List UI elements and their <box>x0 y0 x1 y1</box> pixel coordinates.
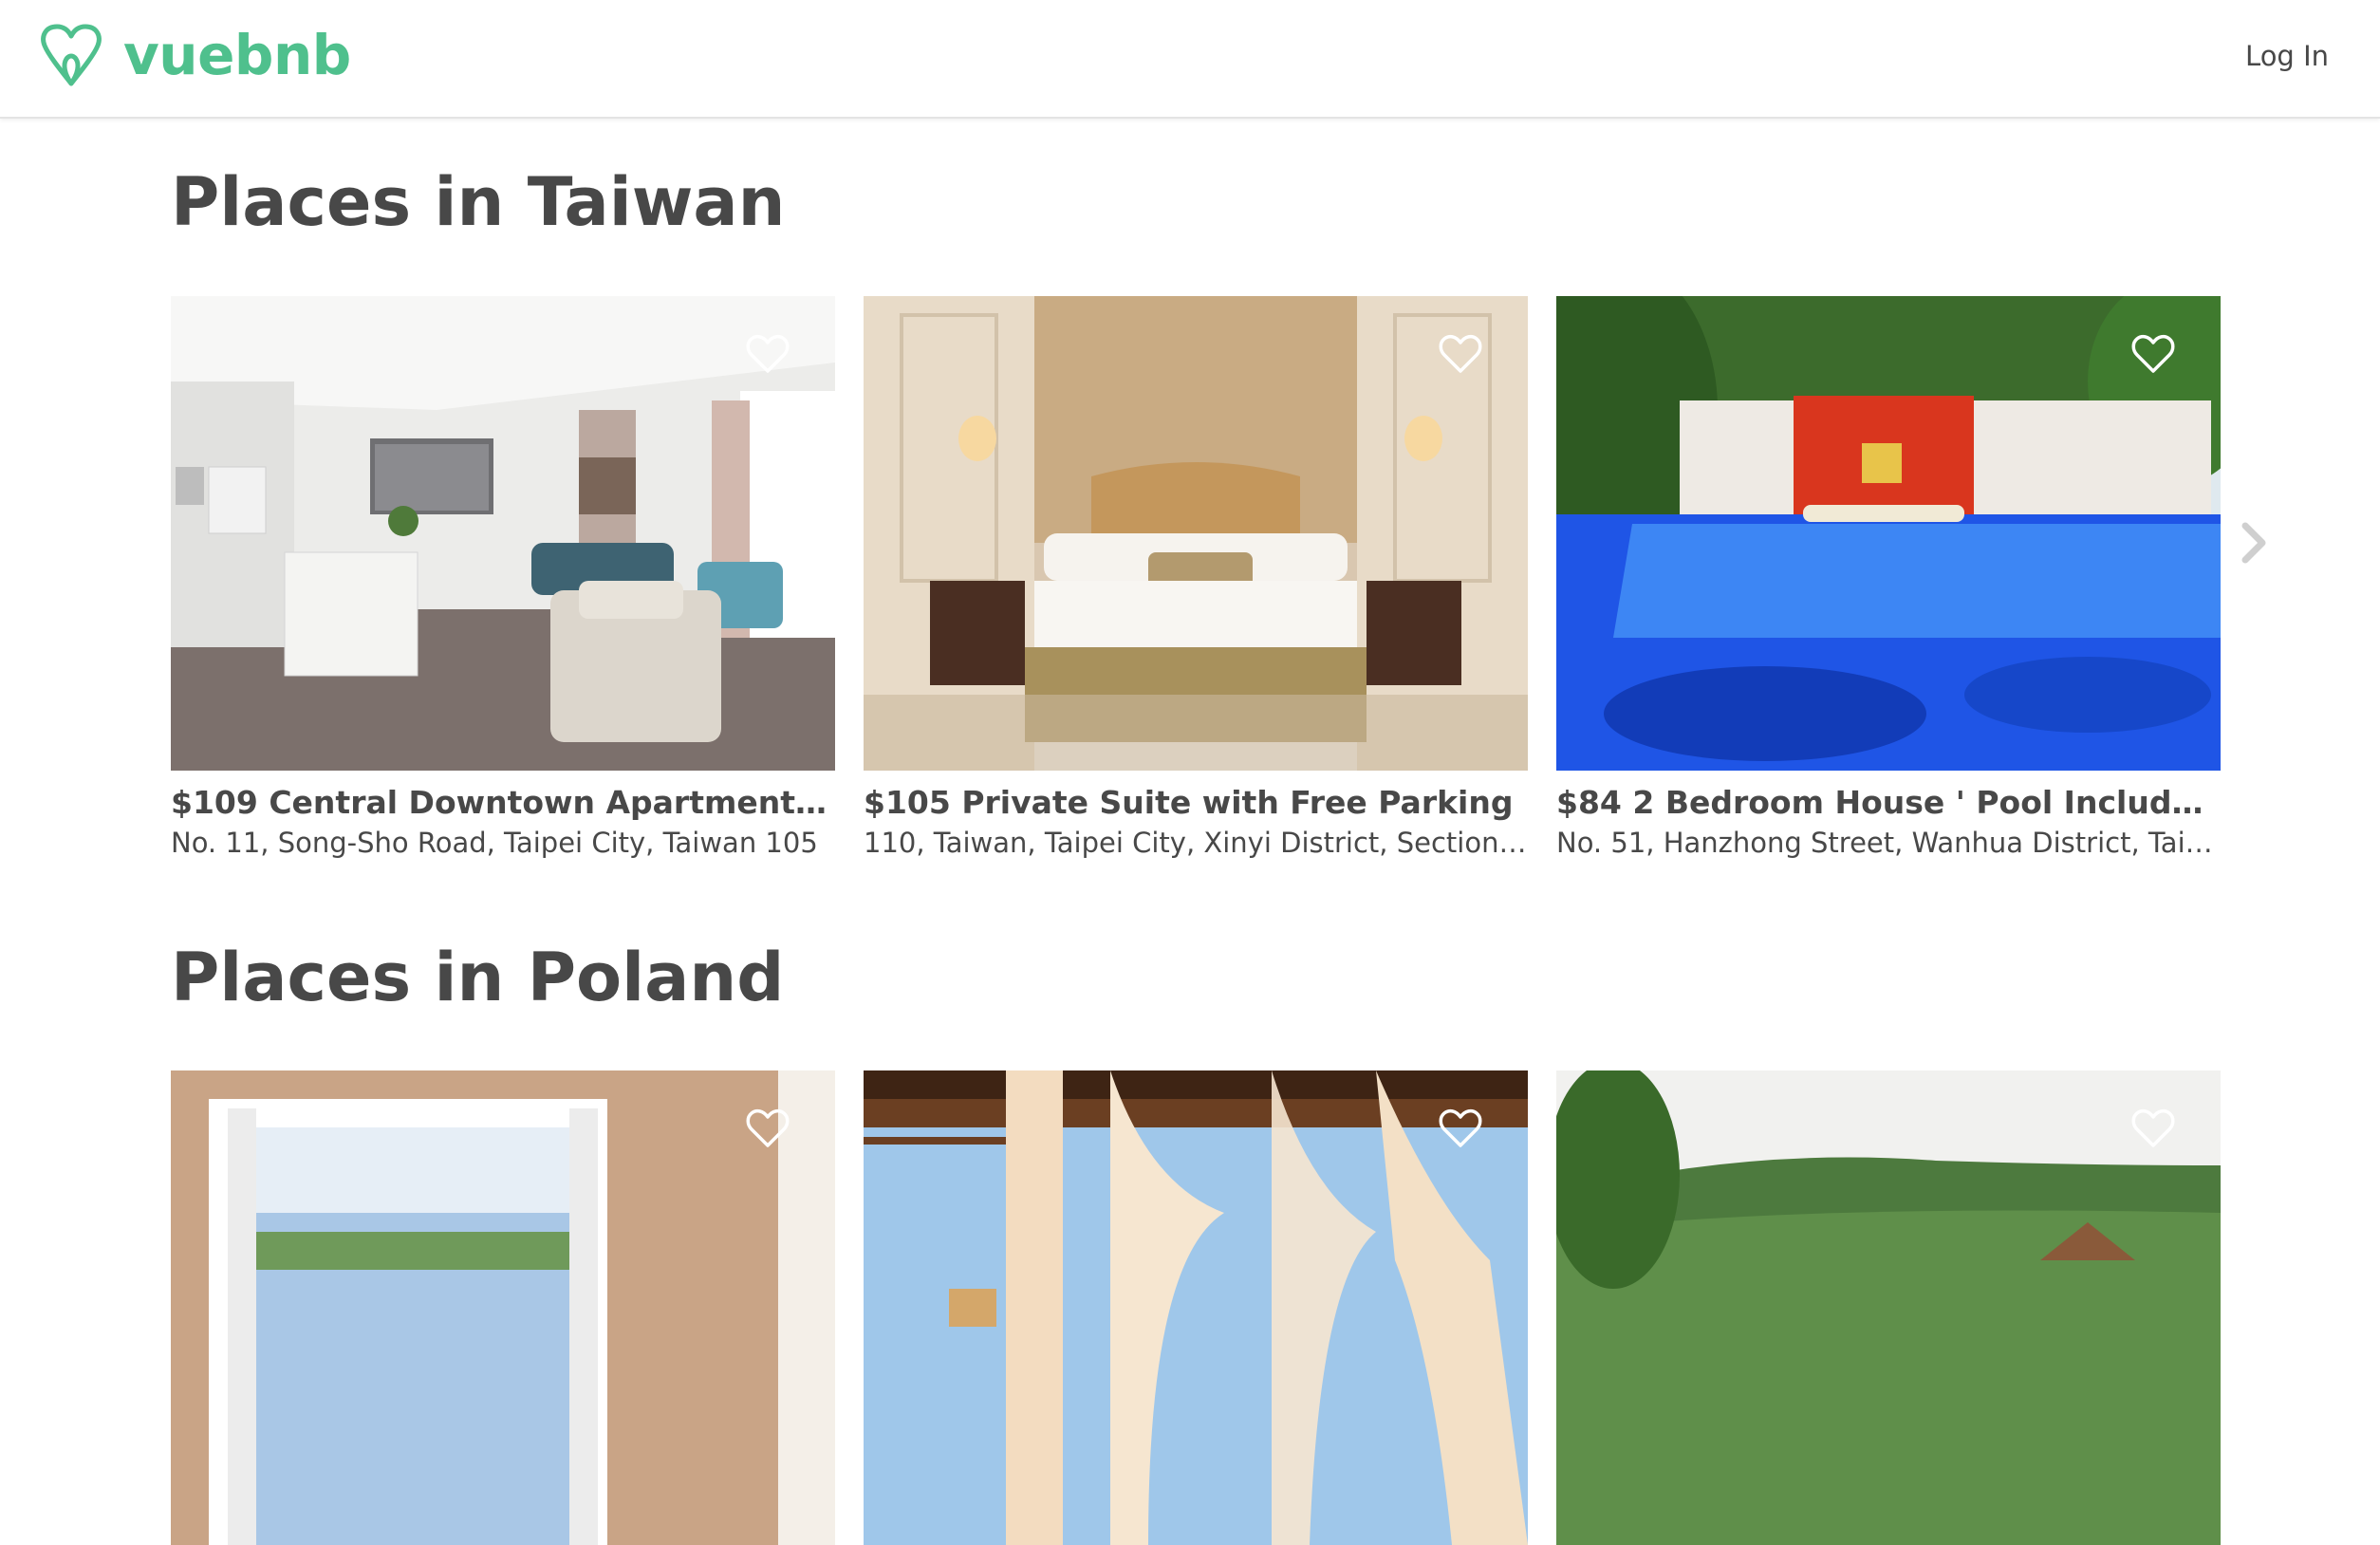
listing-address: No. 51, Hanzhong Street, Wanhua District… <box>1556 827 2221 859</box>
listing-image[interactable] <box>171 1070 835 1545</box>
heart-outline-icon[interactable] <box>1439 334 1482 374</box>
heart-outline-icon[interactable] <box>1439 1108 1482 1148</box>
green-hills-image <box>1556 1070 2221 1545</box>
heart-outline-icon[interactable] <box>746 334 790 374</box>
heart-outline-icon[interactable] <box>2131 1108 2175 1148</box>
section-title: Places in Taiwan <box>171 163 786 241</box>
listing-image[interactable] <box>171 296 835 771</box>
section-poland: Places in Poland <box>171 939 2221 1545</box>
heart-outline-icon[interactable] <box>2131 334 2175 374</box>
curtained-lodge-image <box>864 1070 1528 1545</box>
listing-carousel: $109 Central Downtown Apartment with Ame… <box>171 296 2221 859</box>
listing-image[interactable] <box>864 1070 1528 1545</box>
listing-image[interactable] <box>864 296 1528 771</box>
listing-title[interactable]: $109 Central Downtown Apartment with Ame… <box>171 784 835 821</box>
listing-card[interactable]: $105 Private Suite with Free Parking 110… <box>864 296 1528 859</box>
heart-outline-icon[interactable] <box>746 1108 790 1148</box>
login-link[interactable]: Log In <box>2245 40 2329 72</box>
brand-name: vuebnb <box>123 23 351 87</box>
listing-image[interactable] <box>1556 1070 2221 1545</box>
listing-card[interactable] <box>171 1070 835 1545</box>
listing-address: No. 11, Song-Sho Road, Taipei City, Taiw… <box>171 827 818 859</box>
listing-address: 110, Taiwan, Taipei City, Xinyi District… <box>864 827 1528 859</box>
apartment-living-room-image <box>171 296 835 771</box>
listing-card[interactable] <box>1556 1070 2221 1545</box>
top-navbar: vuebnb Log In <box>0 0 2380 119</box>
listing-title[interactable]: $84 2 Bedroom House ' Pool Included! <box>1556 784 2221 821</box>
chevron-right-icon[interactable] <box>2238 520 2272 566</box>
section-title: Places in Poland <box>171 939 785 1016</box>
vuebnb-logo-icon <box>41 24 102 86</box>
listing-title[interactable]: $105 Private Suite with Free Parking <box>864 784 1528 821</box>
listing-card[interactable]: $84 2 Bedroom House ' Pool Included! No.… <box>1556 296 2221 859</box>
sea-view-window-image <box>171 1070 835 1545</box>
listing-card[interactable] <box>864 1070 1528 1545</box>
hotel-bedroom-image <box>864 296 1528 771</box>
listing-carousel <box>171 1070 2221 1545</box>
logo[interactable]: vuebnb <box>38 21 351 89</box>
swimming-pool-image <box>1556 296 2221 771</box>
section-taiwan: Places in Taiwan $109 Central Downtown A… <box>171 163 2221 859</box>
listing-card[interactable]: $109 Central Downtown Apartment with Ame… <box>171 296 835 859</box>
listing-image[interactable] <box>1556 296 2221 771</box>
